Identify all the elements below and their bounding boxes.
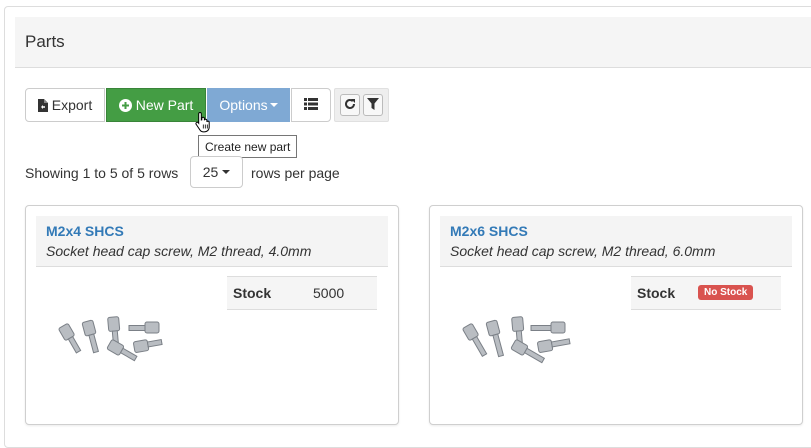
rows-per-page-label: rows per page xyxy=(251,165,340,181)
part-name-link[interactable]: M2x4 SHCS xyxy=(46,223,124,239)
screw-image[interactable] xyxy=(448,308,578,381)
filter-icon xyxy=(367,97,379,113)
chevron-down-icon xyxy=(222,170,231,174)
filter-button[interactable] xyxy=(363,94,383,116)
stock-label: Stock xyxy=(233,285,272,301)
options-dropdown-button[interactable]: Options xyxy=(207,88,290,122)
part-card-header: M2x4 SHCS Socket head cap screw, M2 thre… xyxy=(36,216,388,267)
plus-circle-icon xyxy=(118,98,132,112)
options-label: Options xyxy=(219,97,268,113)
part-card: M2x4 SHCS Socket head cap screw, M2 thre… xyxy=(25,205,399,425)
stock-label: Stock xyxy=(637,285,676,301)
part-card: M2x6 SHCS Socket head cap screw, M2 thre… xyxy=(429,205,803,425)
export-label: Export xyxy=(51,97,93,113)
hand-cursor-icon xyxy=(195,111,211,136)
refresh-icon xyxy=(344,97,356,113)
chevron-down-icon xyxy=(269,103,278,107)
stock-table: Stock No Stock xyxy=(631,276,781,310)
screw-image[interactable] xyxy=(44,308,174,381)
file-export-icon xyxy=(37,98,48,112)
stock-value: 5000 xyxy=(313,285,345,301)
table-tools-group xyxy=(334,88,389,122)
part-description: Socket head cap screw, M2 thread, 4.0mm xyxy=(46,243,312,259)
new-part-label: New Part xyxy=(135,97,194,113)
refresh-button[interactable] xyxy=(340,94,360,116)
no-stock-badge: No Stock xyxy=(698,285,754,300)
list-view-icon xyxy=(304,97,318,113)
page-size-dropdown[interactable]: 25 xyxy=(190,156,243,188)
pagination-summary: Showing 1 to 5 of 5 rows xyxy=(25,165,179,181)
page-size-value: 25 xyxy=(202,164,219,180)
part-description: Socket head cap screw, M2 thread, 6.0mm xyxy=(450,243,716,259)
list-view-button[interactable] xyxy=(291,88,331,122)
stock-table: Stock 5000 xyxy=(227,276,377,310)
new-part-tooltip: Create new part xyxy=(198,135,298,158)
new-part-button[interactable]: New Part xyxy=(106,88,206,122)
part-name-link[interactable]: M2x6 SHCS xyxy=(450,223,528,239)
panel-heading: Parts xyxy=(15,17,811,68)
page-title: Parts xyxy=(25,32,65,51)
part-card-header: M2x6 SHCS Socket head cap screw, M2 thre… xyxy=(440,216,792,267)
export-button[interactable]: Export xyxy=(25,88,105,122)
